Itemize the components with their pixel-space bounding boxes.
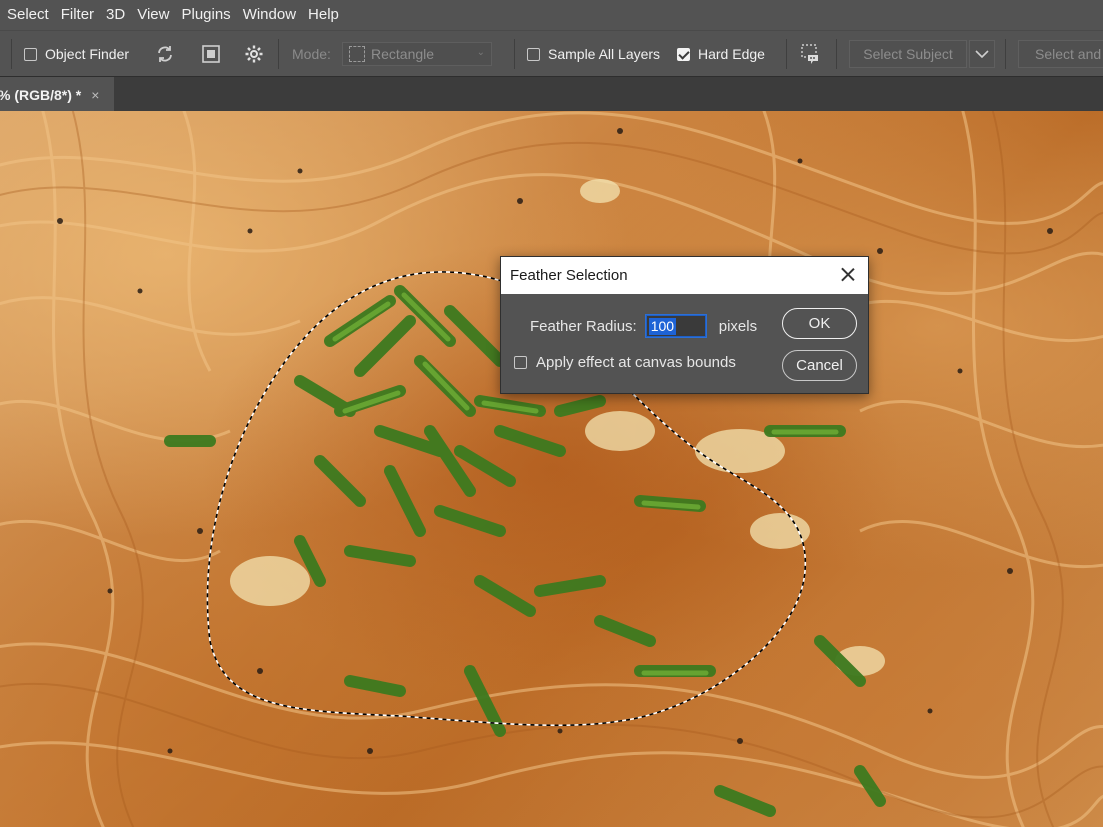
menu-view[interactable]: View — [131, 0, 175, 30]
document-tab[interactable]: % (RGB/8*) * × — [0, 77, 114, 112]
document-tab-bar: % (RGB/8*) * × — [0, 76, 1103, 112]
menu-window[interactable]: Window — [237, 0, 302, 30]
select-subject-button[interactable]: Select Subject — [849, 31, 967, 77]
feather-radius-label: Feather Radius: — [530, 317, 637, 335]
select-subject-dropdown[interactable] — [969, 31, 995, 77]
feather-radius-value: 100 — [648, 317, 677, 335]
cancel-button[interactable]: Cancel — [782, 350, 857, 381]
menu-3d[interactable]: 3D — [100, 0, 131, 30]
divider — [278, 39, 279, 69]
menu-help[interactable]: Help — [302, 0, 345, 30]
feather-radius-input[interactable]: 100 — [644, 314, 707, 338]
object-finder-label: Object Finder — [45, 46, 130, 62]
chevron-down-icon — [975, 50, 989, 59]
menu-plugins[interactable]: Plugins — [175, 0, 236, 30]
mode-value: Rectangle — [371, 46, 435, 62]
close-icon[interactable] — [840, 266, 856, 282]
mode-select[interactable]: Rectangle ⌄ — [342, 31, 492, 77]
object-finder-toggle[interactable]: Object Finder — [24, 31, 129, 77]
divider — [11, 39, 12, 69]
chevron-down-icon: ⌄ — [476, 47, 485, 58]
divider — [1005, 39, 1006, 69]
options-bar: Object Finder Mode: Rectangle ⌄ Sample A… — [0, 30, 1103, 76]
sample-all-layers-checkbox[interactable] — [527, 47, 540, 61]
select-and-mask-button[interactable]: Select and — [1018, 31, 1103, 77]
sample-all-layers-label: Sample All Layers — [548, 46, 661, 62]
document-tab-label: % (RGB/8*) * — [0, 86, 82, 103]
refresh-icon[interactable] — [155, 31, 175, 77]
dialog-titlebar[interactable]: Feather Selection — [501, 257, 868, 294]
divider — [836, 39, 837, 69]
divider — [514, 39, 515, 69]
gear-icon[interactable] — [244, 31, 264, 77]
menu-bar: Select Filter 3D View Plugins Window Hel… — [0, 0, 1103, 30]
spaghetti-texture — [0, 111, 1103, 827]
feather-selection-dialog: Feather Selection Feather Radius: 100 pi… — [500, 256, 869, 394]
dialog-title: Feather Selection — [510, 267, 628, 284]
overlay-icon[interactable] — [201, 31, 221, 77]
unit-label: pixels — [718, 317, 758, 335]
selection-brush-icon[interactable] — [800, 31, 822, 77]
mode-label: Mode: — [292, 46, 331, 62]
hard-edge-toggle[interactable]: Hard Edge — [677, 31, 765, 77]
hard-edge-label: Hard Edge — [698, 46, 765, 62]
sample-all-layers-toggle[interactable]: Sample All Layers — [527, 31, 660, 77]
divider — [786, 39, 787, 69]
menu-filter[interactable]: Filter — [55, 0, 100, 30]
close-icon[interactable]: × — [91, 87, 99, 103]
rectangle-icon — [349, 46, 365, 62]
apply-bounds-label: Apply effect at canvas bounds — [536, 354, 736, 371]
image-canvas[interactable] — [0, 111, 1103, 827]
object-finder-checkbox[interactable] — [24, 47, 37, 61]
feather-radius-row: Feather Radius: 100 pixels — [530, 314, 757, 338]
apply-bounds-checkbox[interactable] — [514, 356, 527, 369]
menu-select[interactable]: Select — [0, 0, 55, 30]
ok-button[interactable]: OK — [782, 308, 857, 339]
hard-edge-checkbox[interactable] — [677, 47, 690, 61]
apply-bounds-toggle[interactable]: Apply effect at canvas bounds — [514, 354, 736, 371]
